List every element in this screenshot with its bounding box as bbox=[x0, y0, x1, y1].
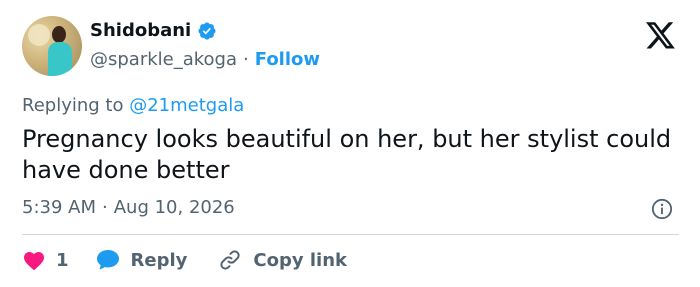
tweet-time: 5:39 AM bbox=[22, 197, 96, 218]
like-button[interactable]: 1 bbox=[22, 249, 69, 271]
avatar[interactable] bbox=[22, 16, 82, 76]
author-name-row: Shidobani bbox=[90, 20, 217, 41]
speech-bubble-icon bbox=[95, 248, 121, 272]
like-count: 1 bbox=[56, 249, 69, 271]
author-handle[interactable]: @sparkle_akoga bbox=[90, 49, 237, 70]
reply-label: Reply bbox=[130, 249, 188, 271]
timestamp-separator: · bbox=[102, 197, 108, 218]
copy-link-button[interactable]: Copy link bbox=[217, 248, 347, 272]
handle-separator: · bbox=[243, 49, 249, 70]
tweet-text: Pregnancy looks beautiful on her, but he… bbox=[22, 125, 672, 184]
replying-to: Replying to @21metgala bbox=[22, 95, 244, 116]
reply-button[interactable]: Reply bbox=[95, 248, 188, 272]
divider bbox=[22, 234, 679, 235]
info-icon[interactable] bbox=[651, 198, 673, 220]
heart-icon bbox=[22, 249, 46, 271]
replying-to-prefix: Replying to bbox=[22, 95, 124, 116]
avatar-background bbox=[28, 24, 50, 46]
link-icon bbox=[217, 248, 243, 272]
copy-link-label: Copy link bbox=[253, 249, 347, 271]
verified-badge-icon bbox=[197, 21, 217, 41]
avatar-body bbox=[48, 42, 72, 76]
replying-to-mention[interactable]: @21metgala bbox=[129, 95, 244, 116]
avatar-head bbox=[52, 26, 66, 43]
action-bar: 1 Reply Copy link bbox=[22, 248, 347, 272]
tweet-timestamp[interactable]: 5:39 AM · Aug 10, 2026 bbox=[22, 197, 235, 218]
author-handle-row: @sparkle_akoga · Follow bbox=[90, 49, 320, 70]
author-name[interactable]: Shidobani bbox=[90, 20, 191, 41]
tweet-date: Aug 10, 2026 bbox=[113, 197, 235, 218]
follow-button[interactable]: Follow bbox=[255, 49, 320, 70]
x-logo-icon[interactable] bbox=[646, 22, 676, 50]
